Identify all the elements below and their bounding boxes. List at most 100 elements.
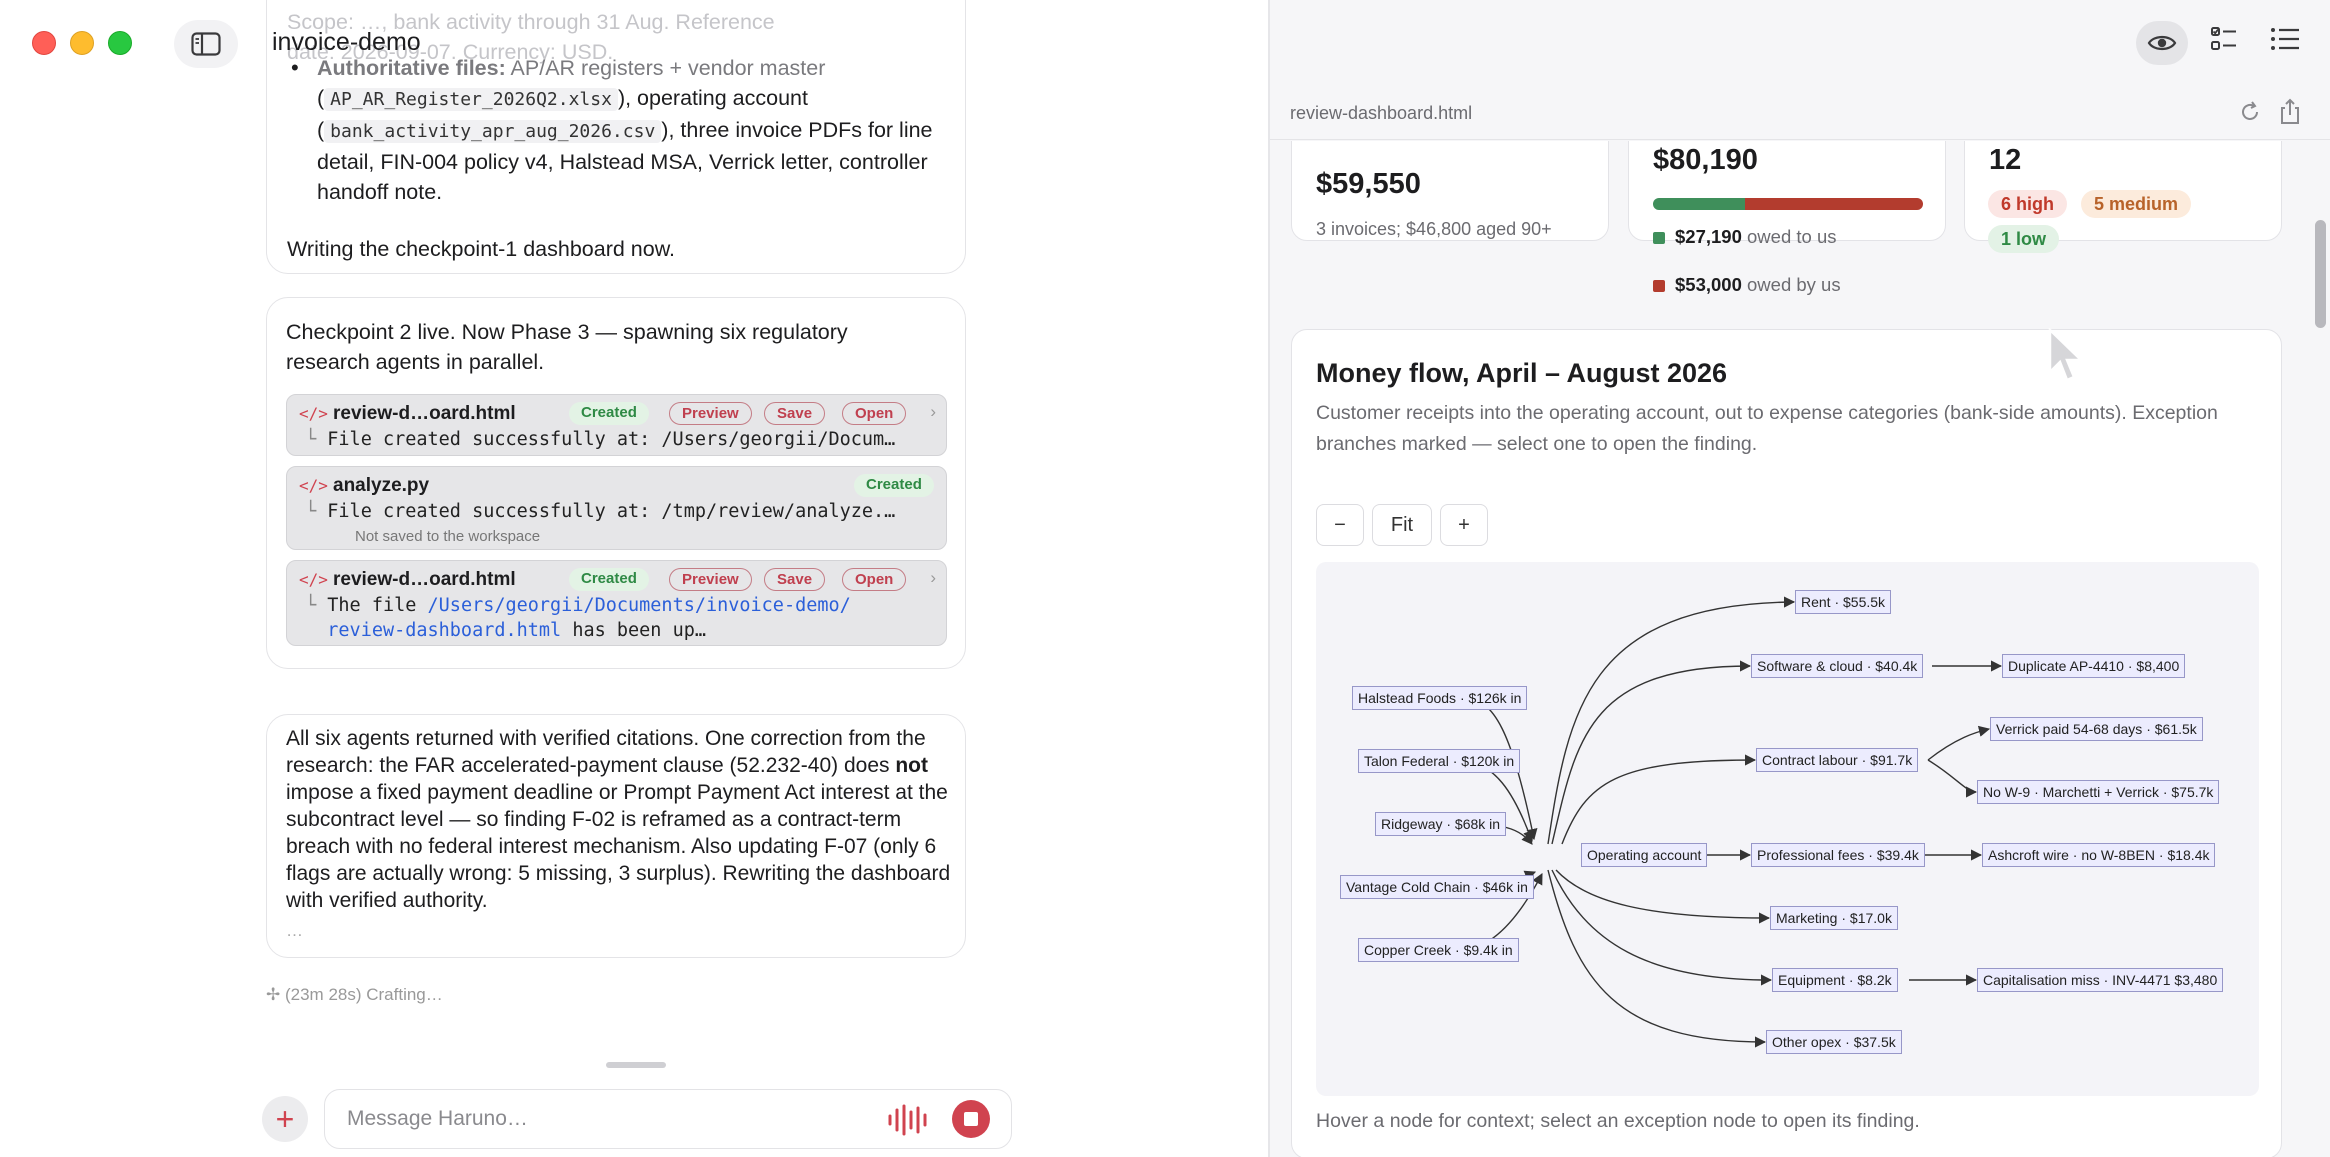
tool-call-header[interactable]: </> analyze.py Created [287,467,946,505]
category-node[interactable]: Professional fees · $39.4k [1751,843,1925,867]
assistant-message-2: Checkpoint 2 live. Now Phase 3 — spawnin… [266,297,966,669]
chevron-right-icon[interactable]: › [930,402,936,422]
voice-wave-icon[interactable] [887,1104,931,1136]
source-node[interactable]: Copper Creek · $9.4k in [1358,938,1519,962]
minimize-window-button[interactable] [70,31,94,55]
money-flow-diagram: Halstead Foods · $126k in Talon Federal … [1316,562,2259,1096]
toggle-sidebar-button[interactable] [174,20,238,68]
list-icon[interactable] [2270,26,2300,52]
category-node[interactable]: Software & cloud · $40.4k [1751,654,1924,678]
money-flow-card: Money flow, April – August 2026 Customer… [1291,329,2282,1157]
created-badge: Created [854,474,934,497]
stop-button[interactable] [952,1100,990,1138]
category-node[interactable]: Rent · $55.5k [1795,590,1892,614]
tool-call-card[interactable]: </> analyze.py Created └ File created su… [286,466,947,550]
green-square-icon [1653,232,1665,244]
flow-edge [1547,596,1796,845]
owed-to-us-segment [1653,198,1745,210]
share-icon[interactable] [2278,98,2302,126]
code-icon: </> [299,476,328,495]
chevron-right-icon[interactable]: › [930,568,936,588]
tool-call-header[interactable]: </> review-d…oard.html Created Preview S… [287,395,946,433]
window-title: invoice-demo [272,28,421,56]
file-path-link[interactable]: review-dashboard.html [327,620,561,641]
resize-handle[interactable] [606,1062,666,1068]
category-node[interactable]: Contract labour · $91.7k [1756,748,1919,772]
tool-file-name: review-d…oard.html [333,403,516,424]
source-node[interactable]: Ridgeway · $68k in [1375,812,1507,836]
tool-call-card[interactable]: </> review-d…oard.html Created Preview S… [286,560,947,646]
maximize-window-button[interactable] [108,31,132,55]
sparkle-icon: ✢ [266,985,281,1004]
add-attachment-button[interactable]: + [262,1096,308,1142]
file-bar: review-dashboard.html [1270,86,2330,140]
reload-icon[interactable] [2238,100,2262,124]
kpi-card-net-position: $80,190 $27,190 owed to us $53,000 owed … [1628,141,1946,295]
preview-toolbar [1270,0,2330,86]
owed-by-us-segment [1744,198,1923,210]
kpi-value: 12 [1989,144,2022,176]
close-window-button[interactable] [32,31,56,55]
preview-mode-button[interactable] [2136,21,2188,65]
preview-button[interactable]: Preview [669,568,752,591]
register-filename: AP_AR_Register_2026Q2.xlsx [324,88,618,111]
tool-call-card[interactable]: </> review-d…oard.html Created Preview S… [286,394,947,456]
message-composer [324,1089,1012,1149]
source-node[interactable]: Talon Federal · $120k in [1358,749,1521,773]
severity-medium-badge: 5 medium [2081,190,2192,218]
flow-edge [1561,754,1757,845]
flow-edge [1551,869,1773,986]
more-indicator: … [286,921,303,940]
exception-node[interactable]: Verrick paid 54-68 days · $61.5k [1990,717,2203,741]
red-square-icon [1653,280,1665,292]
category-node[interactable]: Other opex · $37.5k [1766,1030,1902,1054]
file-path-link[interactable]: /Users/georgii/Documents/invoice-demo/ [428,595,851,616]
save-button[interactable]: Save [764,402,826,425]
tool-output-text: File created successfully at: /Users/geo… [327,429,896,450]
message-input[interactable] [347,1104,867,1134]
open-button[interactable]: Open [842,568,907,591]
severity-high-badge: 6 high [1988,190,2067,218]
zoom-fit-button[interactable]: Fit [1372,504,1432,546]
flow-edge [1551,660,1752,845]
checklist-icon[interactable] [2210,26,2238,52]
exception-node[interactable]: No W-9 · Marchetti + Verrick · $75.7k [1977,780,2220,804]
correction-text-part: All six agents returned with verified ci… [286,727,926,777]
money-flow-title: Money flow, April – August 2026 [1316,358,1728,388]
tool-file-name: analyze.py [333,475,430,496]
crafting-status: ✢ (23m 28s) Crafting… [266,985,443,1005]
preview-button[interactable]: Preview [669,402,752,425]
scrollbar-thumb[interactable] [2315,220,2326,328]
zoom-out-button[interactable]: − [1316,504,1364,546]
category-node[interactable]: Equipment · $8.2k [1772,968,1898,992]
hub-node[interactable]: Operating account [1581,843,1708,867]
correction-bold: not [895,754,928,777]
money-flow-footnote: Hover a node for context; select an exce… [1316,1110,1920,1132]
preview-file-name: review-dashboard.html [1290,103,1473,123]
source-node[interactable]: Halstead Foods · $126k in [1352,686,1528,710]
exception-node[interactable]: Capitalisation miss · INV-4471 $3,480 [1977,968,2224,992]
created-badge: Created [569,402,649,425]
source-node[interactable]: Vantage Cold Chain · $46k in [1340,875,1534,899]
bank-filename: bank_activity_apr_aug_2026.csv [324,120,662,143]
exception-node[interactable]: Duplicate AP-4410 · $8,400 [2002,654,2186,678]
tool-output-text: The file [327,595,428,616]
kpi-card-findings: 12 6 high 5 medium 1 low [1964,141,2282,253]
exception-node[interactable]: Ashcroft wire · no W-8BEN · $18.4k [1982,843,2216,867]
tool-output: └ The file /Users/georgii/Documents/invo… [305,595,851,641]
save-button[interactable]: Save [764,568,826,591]
zoom-in-button[interactable]: + [1440,504,1488,546]
sidebar-icon [191,32,221,56]
register-after-text: ), operating account [617,86,808,110]
eye-icon [2147,35,2177,51]
owed-to-us-amount: $27,190 [1675,226,1742,247]
correction-text-part: impose a fixed payment deadline or Promp… [286,781,951,912]
flow-edge [1555,869,1771,924]
tool-output: └ File created successfully at: /tmp/rev… [305,501,896,522]
category-node[interactable]: Marketing · $17.0k [1770,906,1898,930]
open-button[interactable]: Open [842,402,907,425]
kpi-subtext: 3 invoices; $46,800 aged 90+ [1316,219,1552,239]
tool-file-name: review-d…oard.html [333,569,516,590]
checkpoint-text: Checkpoint 2 live. Now Phase 3 — spawnin… [286,320,848,374]
legend-owed-by-us: $53,000 owed by us [1653,274,1841,296]
